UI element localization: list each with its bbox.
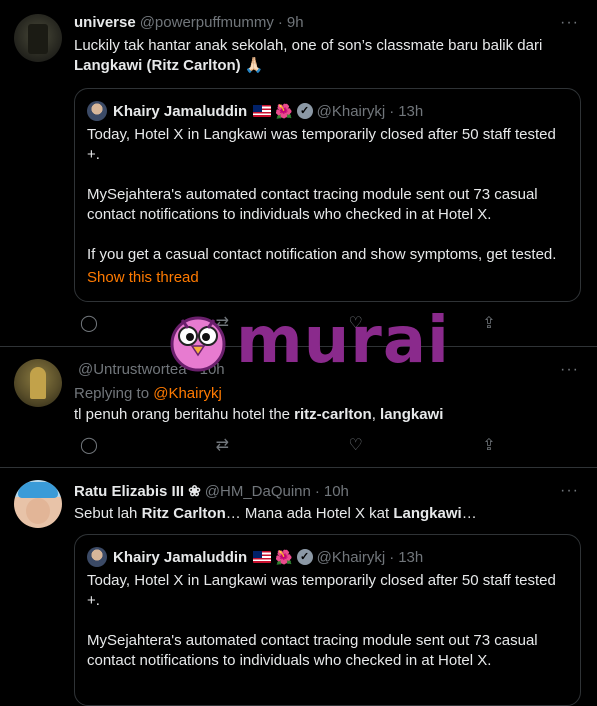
verified-badge-icon: ✓ bbox=[296, 103, 313, 119]
verified-badge-icon: ✓ bbox=[296, 549, 313, 565]
quoted-avatar bbox=[87, 547, 107, 567]
more-options-icon[interactable]: ··· bbox=[560, 14, 579, 32]
tweet-header: Ratu Elizabis III ❀ @HM_DaQuinn · 10h bbox=[74, 482, 349, 501]
avatar-image bbox=[28, 24, 48, 54]
tweet-text: tl penuh orang beritahu hotel the ritz-c… bbox=[74, 405, 579, 425]
timestamp[interactable]: 10h bbox=[324, 483, 349, 500]
quoted-tweet-header: Khairy Jamaluddin 🌺 ✓ @Khairykj · 13h bbox=[87, 101, 423, 121]
avatar[interactable] bbox=[14, 14, 62, 62]
avatar[interactable] bbox=[14, 359, 62, 407]
tweet-text-part: , bbox=[371, 406, 381, 423]
avatar-hat bbox=[18, 482, 58, 498]
quoted-paragraph: Today, Hotel X in Langkawi was temporari… bbox=[87, 572, 556, 609]
tweet-untrustwortea[interactable]: @Untrustwortea · 10h ··· Replying to @Kh… bbox=[0, 347, 597, 468]
separator: · bbox=[389, 548, 395, 566]
pray-emoji-icon: 🙏🏻 bbox=[240, 57, 264, 74]
retweet-icon[interactable]: ⇄ bbox=[207, 313, 237, 333]
separator: · bbox=[314, 482, 320, 500]
reply-icon[interactable]: ◯ bbox=[74, 435, 104, 455]
hibiscus-icon: 🌺 bbox=[275, 102, 293, 119]
tweet-text-bold: ritz-carlton bbox=[294, 406, 372, 423]
tweet-text-part: Luckily tak hantar anak sekolah, one of … bbox=[74, 37, 543, 54]
quoted-tweet-text: Today, Hotel X in Langkawi was temporari… bbox=[87, 571, 572, 671]
tweet-actions: ◯ ⇄ ♡ ⇪ bbox=[74, 435, 504, 455]
malaysia-flag-icon bbox=[253, 105, 272, 117]
tweet-text-bold: Langkawi bbox=[393, 505, 462, 522]
quoted-tweet[interactable]: Khairy Jamaluddin 🌺 ✓ @Khairykj · 13h To… bbox=[74, 534, 581, 706]
replying-to-link[interactable]: @Khairykj bbox=[153, 385, 222, 402]
display-name[interactable]: Ratu Elizabis III ❀ bbox=[74, 482, 201, 500]
quoted-tweet-header: Khairy Jamaluddin 🌺 ✓ @Khairykj · 13h bbox=[87, 547, 423, 567]
retweet-icon[interactable]: ⇄ bbox=[207, 435, 237, 455]
quoted-avatar bbox=[87, 101, 107, 121]
quoted-display-name: Khairy Jamaluddin bbox=[113, 102, 248, 120]
more-options-icon[interactable]: ··· bbox=[560, 361, 579, 379]
display-name[interactable]: universe bbox=[74, 14, 136, 31]
tweet-text-bold: Ritz Carlton bbox=[141, 505, 226, 522]
share-icon[interactable]: ⇪ bbox=[474, 313, 504, 333]
tweet-text-part: … bbox=[461, 505, 477, 522]
quoted-paragraph: MySejahtera's automated contact tracing … bbox=[87, 186, 538, 223]
like-icon[interactable]: ♡ bbox=[341, 435, 371, 455]
tweet-text-bold: Langkawi (Ritz Carlton) bbox=[74, 57, 241, 74]
quoted-paragraph: If you get a casual contact notification… bbox=[87, 246, 557, 263]
quoted-tweet-text: Today, Hotel X in Langkawi was temporari… bbox=[87, 125, 572, 265]
tweet-text: Sebut lah Ritz Carlton… Mana ada Hotel X… bbox=[74, 504, 579, 524]
separator: · bbox=[389, 102, 395, 120]
malaysia-flag-icon bbox=[253, 551, 272, 563]
user-handle[interactable]: @powerpuffmummy bbox=[140, 14, 274, 31]
like-icon[interactable]: ♡ bbox=[341, 313, 371, 333]
user-handle[interactable]: @HM_DaQuinn bbox=[205, 483, 311, 500]
quoted-timestamp: 13h bbox=[398, 102, 424, 120]
tweet-header: universe @powerpuffmummy · 9h bbox=[74, 14, 304, 31]
show-thread-link[interactable]: Show this thread bbox=[87, 269, 199, 286]
quoted-tweet[interactable]: Khairy Jamaluddin 🌺 ✓ @Khairykj · 13h To… bbox=[74, 88, 581, 302]
tweet-actions: ◯ ⇄ ♡ ⇪ bbox=[74, 313, 504, 333]
tweet-text-bold: langkawi bbox=[380, 406, 444, 423]
tweet-text-part: … Mana ada Hotel X kat bbox=[225, 505, 394, 522]
more-options-icon[interactable]: ··· bbox=[560, 482, 579, 500]
separator: · bbox=[277, 14, 283, 31]
quoted-paragraph: MySejahtera's automated contact tracing … bbox=[87, 632, 538, 669]
tweet-header: @Untrustwortea · 10h bbox=[74, 361, 225, 378]
replying-to: Replying to @Khairykj bbox=[74, 385, 222, 402]
share-icon[interactable]: ⇪ bbox=[474, 435, 504, 455]
tweet-text-part: tl penuh orang beritahu hotel the bbox=[74, 406, 295, 423]
separator: · bbox=[190, 361, 196, 378]
timestamp[interactable]: 9h bbox=[287, 14, 304, 31]
quoted-display-name: Khairy Jamaluddin bbox=[113, 548, 248, 566]
user-handle[interactable]: @Untrustwortea bbox=[78, 361, 187, 378]
replying-label: Replying to bbox=[74, 385, 154, 402]
tweet-text-part: Sebut lah bbox=[74, 505, 142, 522]
quoted-paragraph: Today, Hotel X in Langkawi was temporari… bbox=[87, 126, 556, 163]
tweet-text: Luckily tak hantar anak sekolah, one of … bbox=[74, 36, 579, 76]
quoted-handle: @Khairykj bbox=[316, 102, 386, 120]
reply-icon[interactable]: ◯ bbox=[74, 313, 104, 333]
quoted-timestamp: 13h bbox=[398, 548, 424, 566]
tweet-universe[interactable]: universe @powerpuffmummy · 9h ··· Luckil… bbox=[0, 0, 597, 347]
avatar[interactable] bbox=[14, 480, 62, 528]
avatar-face bbox=[26, 498, 50, 524]
hibiscus-icon: 🌺 bbox=[275, 548, 293, 565]
avatar-image bbox=[30, 367, 46, 399]
timestamp[interactable]: 10h bbox=[200, 361, 225, 378]
quoted-handle: @Khairykj bbox=[316, 548, 386, 566]
